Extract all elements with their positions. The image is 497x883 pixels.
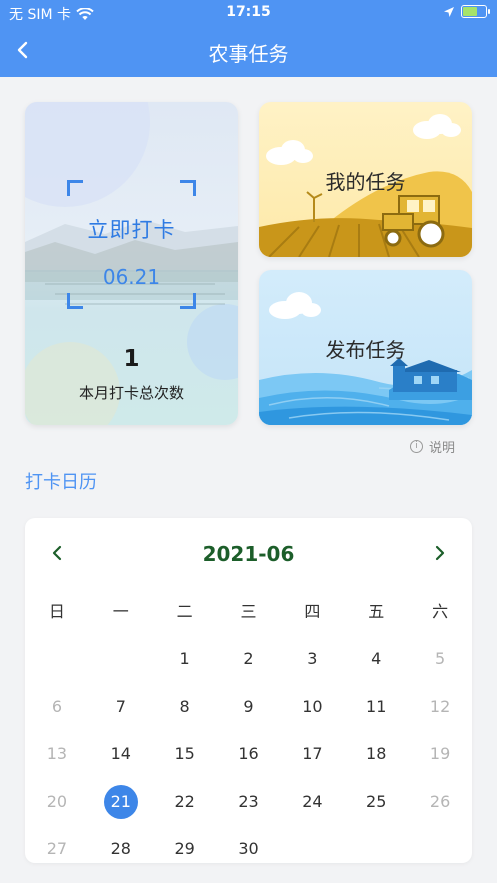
calendar-month: 2021-06: [202, 542, 295, 566]
day-cell[interactable]: 16: [217, 737, 281, 771]
week-row: 13 14 15 16 17 18 19: [25, 731, 472, 779]
weekday-label: 一: [112, 601, 129, 621]
week-row: 1 2 3 4 5: [25, 636, 472, 684]
day-cell[interactable]: 9: [217, 690, 281, 724]
weekday-row: 日 一 二 三 四 五 六: [25, 588, 472, 636]
day-cell: [344, 832, 408, 866]
info-label: 说明: [429, 441, 456, 456]
day-cell[interactable]: 17: [280, 737, 344, 771]
day-cell[interactable]: 20: [25, 785, 89, 819]
weekday-label: 二: [176, 601, 193, 621]
day-cell[interactable]: 15: [153, 737, 217, 771]
weekday-label: 日: [48, 601, 65, 621]
day-cell[interactable]: 1: [153, 642, 217, 676]
day-cell[interactable]: 27: [25, 832, 89, 866]
day-cell-selected[interactable]: 21: [89, 784, 153, 819]
day-cell[interactable]: 28: [89, 832, 153, 866]
checkin-card[interactable]: 立即打卡 06.21 1 本月打卡总次数: [25, 102, 238, 425]
checkin-date: 06.21: [102, 265, 161, 289]
day-cell[interactable]: 23: [217, 785, 281, 819]
day-cell[interactable]: 29: [153, 832, 217, 866]
my-task-label: 我的任务: [325, 170, 406, 194]
day-cell[interactable]: 14: [89, 737, 153, 771]
scan-corner: [180, 180, 196, 196]
day-cell: [280, 832, 344, 866]
day-cell: [89, 642, 153, 676]
day-cell: [25, 642, 89, 676]
status-bar: 无 SIM 卡 17:15: [0, 0, 497, 26]
day-cell[interactable]: 11: [344, 690, 408, 724]
day-cell[interactable]: 24: [280, 785, 344, 819]
checkin-count-label: 本月打卡总次数: [78, 384, 184, 402]
checkin-count: 1: [123, 346, 140, 372]
calendar-grid: 日 一 二 三 四 五 六 1 2 3 4 5 6 7 8 9 10 11 12: [25, 588, 472, 873]
day-cell[interactable]: 19: [408, 737, 472, 771]
day-cell[interactable]: 7: [89, 690, 153, 724]
day-cell[interactable]: 30: [217, 832, 281, 866]
battery-icon: [461, 5, 490, 18]
day-cell[interactable]: 18: [344, 737, 408, 771]
day-cell[interactable]: 22: [153, 785, 217, 819]
weekday-label: 五: [368, 601, 385, 621]
selected-day-label: 21: [103, 784, 138, 819]
day-cell[interactable]: 8: [153, 690, 217, 724]
clock: 17:15: [226, 4, 271, 20]
checkin-background: [25, 102, 238, 425]
calendar-card: 2021-06 日 一 二 三 四 五 六 1 2 3 4 5 6 7 8 9 …: [25, 518, 472, 863]
scan-corner: [180, 293, 196, 309]
section-title: 打卡日历: [25, 472, 97, 493]
day-cell[interactable]: 25: [344, 785, 408, 819]
week-row: 6 7 8 9 10 11 12: [25, 683, 472, 731]
scan-corner: [67, 293, 83, 309]
publish-task-card[interactable]: 发布任务: [259, 270, 472, 425]
day-cell[interactable]: 5: [408, 642, 472, 676]
info-link[interactable]: i 说明: [410, 437, 455, 456]
chevron-right-icon[interactable]: [428, 542, 450, 564]
day-cell[interactable]: 4: [344, 642, 408, 676]
day-cell[interactable]: 13: [25, 737, 89, 771]
checkin-label: 立即打卡: [87, 218, 176, 242]
publish-task-label: 发布任务: [325, 338, 406, 362]
nav-bar: 农事任务: [0, 26, 497, 77]
my-task-card[interactable]: 我的任务: [259, 102, 472, 257]
weekday-label: 三: [240, 601, 257, 621]
day-cell: [408, 832, 472, 866]
week-row: 20 21 22 23 24 25 26: [25, 778, 472, 826]
weekday-label: 六: [432, 601, 449, 621]
day-cell[interactable]: 3: [280, 642, 344, 676]
day-cell[interactable]: 26: [408, 785, 472, 819]
day-cell[interactable]: 2: [217, 642, 281, 676]
weekday-label: 四: [304, 601, 321, 621]
scan-corner: [67, 180, 83, 196]
location-icon: [444, 6, 454, 17]
day-cell[interactable]: 6: [25, 690, 89, 724]
day-cell[interactable]: 10: [280, 690, 344, 724]
week-row: 27 28 29 30: [25, 826, 472, 874]
day-cell[interactable]: 12: [408, 690, 472, 724]
info-icon: i: [410, 440, 423, 453]
page-title: 农事任务: [208, 42, 289, 66]
header-bar: 无 SIM 卡 17:15 农事任务: [0, 0, 497, 77]
